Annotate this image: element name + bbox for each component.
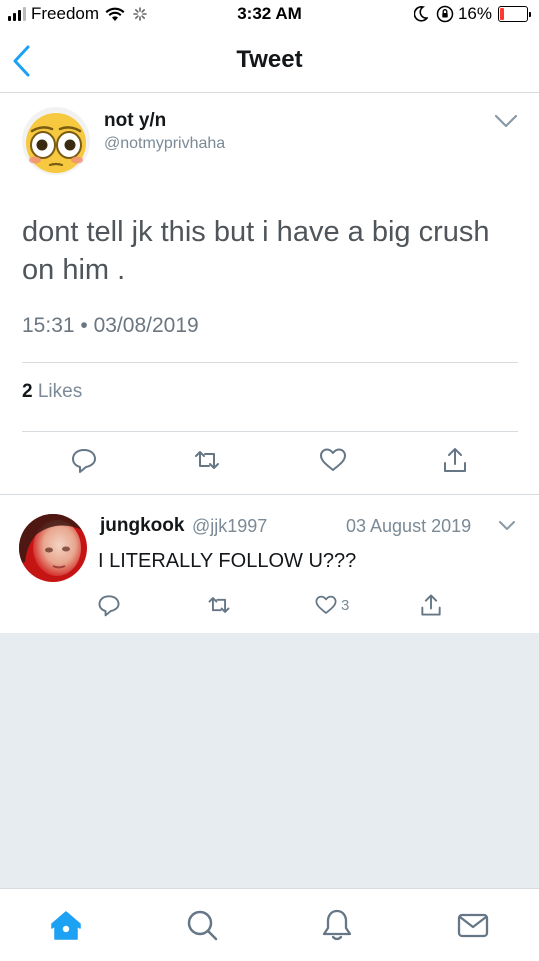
retweet-icon (208, 597, 230, 613)
reply-text: I LITERALLY FOLLOW U??? (98, 550, 357, 572)
search-icon (187, 910, 218, 941)
share-button[interactable] (440, 445, 470, 475)
profile-photo-icon (19, 514, 87, 582)
battery-tip (529, 11, 531, 17)
reply-icon (72, 449, 96, 473)
like-icon (315, 595, 337, 614)
notifications-icon (322, 909, 352, 941)
flushed-face-emoji-icon (22, 107, 90, 175)
reply-like-count: 3 (341, 596, 350, 614)
reply-button[interactable] (69, 445, 99, 475)
reply-author-handle[interactable]: @jjk1997 (192, 516, 267, 537)
battery-percentage: 16% (457, 4, 492, 23)
like-button[interactable] (318, 445, 348, 475)
tweet-timestamp: 15:31 • 03/08/2019 (22, 314, 199, 337)
reply-author-name[interactable]: jungkook (100, 515, 184, 537)
reply-tweet[interactable]: jungkook @jjk1997 03 August 2019 I LITER… (0, 495, 539, 633)
status-right: 16% (413, 4, 531, 24)
tweet-likes[interactable]: 2 Likes (22, 381, 82, 403)
tab-messages[interactable] (455, 907, 491, 943)
reply-actions: 3 (96, 592, 456, 620)
tweet-actions (22, 445, 518, 485)
avatar[interactable] (19, 514, 87, 582)
avatar[interactable] (22, 107, 90, 175)
chevron-down-icon[interactable] (498, 520, 516, 532)
messages-icon (457, 913, 489, 938)
share-button[interactable] (418, 592, 444, 618)
empty-area (0, 633, 539, 888)
tweet-text: dont tell jk this but i have a big crush… (22, 216, 490, 286)
tab-search[interactable] (184, 907, 220, 943)
tweet-author-handle[interactable]: @notmyprivhaha (104, 135, 225, 153)
navigation-bar: Tweet (0, 30, 539, 93)
like-button[interactable]: 3 (314, 592, 349, 618)
page-title: Tweet (236, 46, 303, 73)
battery-level-fill (500, 8, 505, 20)
reply-button[interactable] (96, 592, 122, 618)
tab-bar (0, 888, 539, 961)
status-bar: Freedom 3:32 AM 16% (0, 0, 539, 30)
retweet-button[interactable] (206, 592, 232, 618)
share-icon (444, 448, 466, 472)
like-icon (320, 448, 346, 471)
divider (22, 431, 518, 432)
retweet-icon (195, 451, 219, 469)
rotation-lock-icon (436, 5, 454, 23)
reply-date: 03 August 2019 (346, 516, 472, 536)
reply-icon (98, 595, 120, 617)
retweet-button[interactable] (192, 445, 222, 475)
chevron-down-icon[interactable] (494, 113, 518, 129)
battery-icon (498, 6, 528, 22)
like-count: 2 (22, 381, 33, 402)
moon-icon (413, 6, 428, 22)
divider (22, 362, 518, 363)
share-icon (421, 594, 441, 616)
tab-notifications[interactable] (319, 907, 355, 943)
tweet-author-name[interactable]: not y/n (104, 110, 166, 132)
likes-label: Likes (37, 381, 83, 402)
tab-home[interactable] (48, 907, 84, 943)
home-icon (51, 911, 81, 940)
